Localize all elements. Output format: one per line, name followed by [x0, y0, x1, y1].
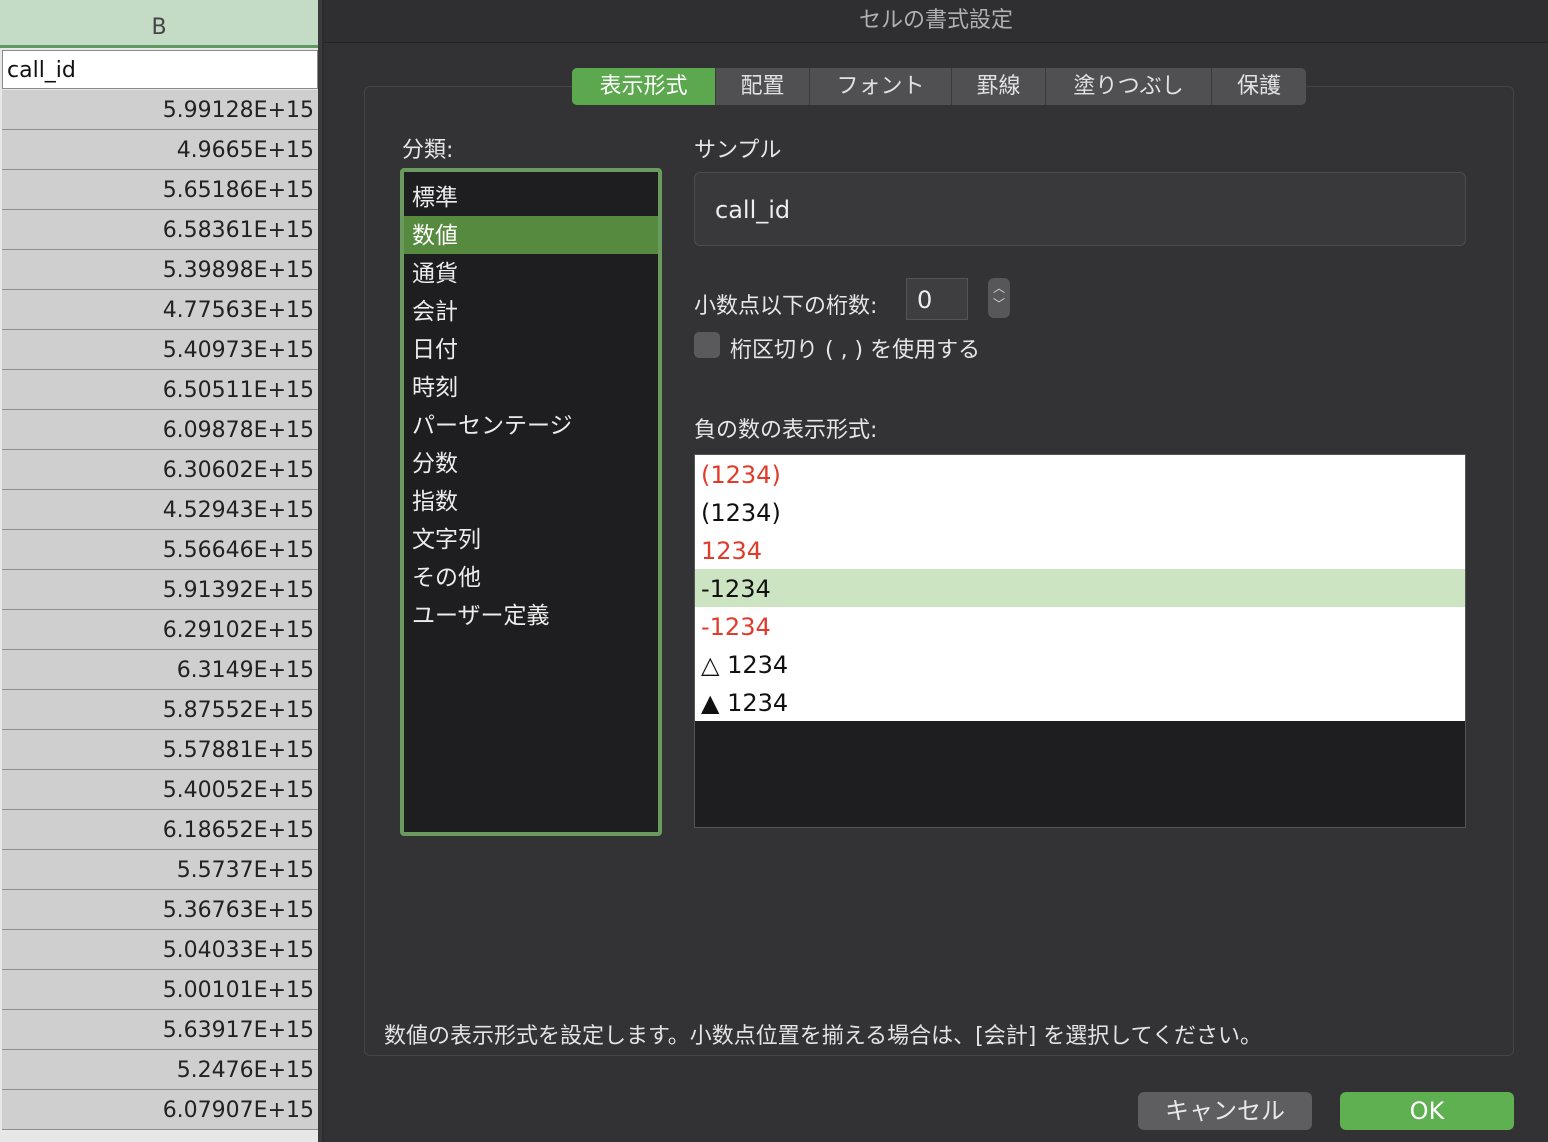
decimal-places-stepper[interactable]: ︿ ﹀: [988, 278, 1010, 318]
negative-format-item[interactable]: -1234: [695, 607, 1465, 645]
cell-value[interactable]: 6.18652E+15: [2, 810, 318, 850]
sample-preview: call_id: [694, 172, 1466, 246]
tab-bar: 表示形式 配置 フォント 罫線 塗りつぶし 保護: [572, 68, 1306, 105]
category-item[interactable]: 文字列: [404, 520, 658, 558]
cell-value[interactable]: 6.50511E+15: [2, 370, 318, 410]
cell-value[interactable]: 4.77563E+15: [2, 290, 318, 330]
negative-format-item[interactable]: (1234): [695, 455, 1465, 493]
tab-font[interactable]: フォント: [810, 68, 952, 105]
negative-numbers-label: 負の数の表示形式:: [694, 418, 878, 443]
tab-border[interactable]: 罫線: [952, 68, 1046, 105]
category-label: 分類:: [402, 138, 454, 163]
format-cells-dialog: セルの書式設定 表示形式 配置 フォント 罫線 塗りつぶし 保護 分類: 標準数…: [324, 0, 1548, 1142]
cell-value[interactable]: 5.36763E+15: [2, 890, 318, 930]
cell-value[interactable]: 5.40052E+15: [2, 770, 318, 810]
cell-value[interactable]: 4.52943E+15: [2, 490, 318, 530]
chevron-up-icon[interactable]: ︿: [988, 280, 1010, 296]
tab-alignment[interactable]: 配置: [716, 68, 810, 105]
category-item[interactable]: 通貨: [404, 254, 658, 292]
negative-format-list[interactable]: (1234) (1234) 1234 -1234 -1234 △ 1234 ▲ 1234: [694, 454, 1466, 828]
cell-value[interactable]: 5.04033E+15: [2, 930, 318, 970]
cell-value[interactable]: 5.65186E+15: [2, 170, 318, 210]
category-item[interactable]: 指数: [404, 482, 658, 520]
category-item[interactable]: 時刻: [404, 368, 658, 406]
category-item[interactable]: その他: [404, 558, 658, 596]
negative-format-item[interactable]: (1234): [695, 493, 1465, 531]
tab-protection[interactable]: 保護: [1212, 68, 1306, 105]
cell-value[interactable]: 4.9665E+15: [2, 130, 318, 170]
cell-value[interactable]: 5.00101E+15: [2, 970, 318, 1010]
cell-value[interactable]: 6.58361E+15: [2, 210, 318, 250]
cell-value[interactable]: 6.3149E+15: [2, 650, 318, 690]
category-item[interactable]: 数値: [404, 216, 658, 254]
header-cell[interactable]: call_id: [2, 50, 318, 89]
tab-number[interactable]: 表示形式: [572, 68, 716, 105]
negative-format-item[interactable]: △ 1234: [695, 645, 1465, 683]
cell-value[interactable]: 5.57881E+15: [2, 730, 318, 770]
spreadsheet-column: B call_id 5.99128E+15 4.9665E+15 5.65186E+…: [0, 0, 322, 1142]
cell-value[interactable]: 5.5737E+15: [2, 850, 318, 890]
cell-value[interactable]: 6.30602E+15: [2, 450, 318, 490]
decimal-places-input[interactable]: 0: [906, 278, 968, 320]
category-item[interactable]: 標準: [404, 178, 658, 216]
cell-value[interactable]: 5.99128E+15: [2, 90, 318, 130]
sheet-divider: [318, 0, 322, 1142]
column-header-b[interactable]: B: [0, 0, 320, 48]
cell-value[interactable]: 5.87552E+15: [2, 690, 318, 730]
cell-value[interactable]: 5.91392E+15: [2, 570, 318, 610]
tab-fill[interactable]: 塗りつぶし: [1046, 68, 1212, 105]
category-item[interactable]: 日付: [404, 330, 658, 368]
category-item[interactable]: 分数: [404, 444, 658, 482]
negative-format-item[interactable]: ▲ 1234: [695, 683, 1465, 721]
cell-value[interactable]: 6.07907E+15: [2, 1090, 318, 1130]
category-item[interactable]: 会計: [404, 292, 658, 330]
negative-format-item[interactable]: -1234: [695, 569, 1465, 607]
cancel-button[interactable]: キャンセル: [1138, 1092, 1312, 1130]
thousands-separator-checkbox[interactable]: [694, 332, 720, 358]
ok-button[interactable]: OK: [1340, 1092, 1514, 1130]
thousands-separator-label[interactable]: 桁区切り ( , ) を使用する: [730, 332, 980, 364]
sample-label: サンプル: [694, 138, 782, 163]
cell-value[interactable]: 5.40973E+15: [2, 330, 318, 370]
category-item[interactable]: パーセンテージ: [404, 406, 658, 444]
chevron-down-icon[interactable]: ﹀: [988, 296, 1010, 312]
dialog-title: セルの書式設定: [324, 0, 1548, 43]
cell-value[interactable]: 5.63917E+15: [2, 1010, 318, 1050]
category-item[interactable]: ユーザー定義: [404, 596, 658, 634]
help-text: 数値の表示形式を設定します。小数点位置を揃える場合は、[会計] を選択してくださ…: [384, 1024, 1262, 1049]
cell-rows: 5.99128E+15 4.9665E+15 5.65186E+15 6.58361E…: [2, 90, 318, 1130]
cell-value[interactable]: 6.29102E+15: [2, 610, 318, 650]
decimal-places-label: 小数点以下の桁数:: [694, 294, 878, 319]
cell-value[interactable]: 5.56646E+15: [2, 530, 318, 570]
cell-value[interactable]: 6.09878E+15: [2, 410, 318, 450]
cell-value[interactable]: 5.2476E+15: [2, 1050, 318, 1090]
cell-value[interactable]: 5.39898E+15: [2, 250, 318, 290]
category-list[interactable]: 標準 数値 通貨 会計 日付 時刻 パーセンテージ 分数 指数 文字列 その他 ユーザー定義: [400, 168, 662, 836]
negative-format-item[interactable]: 1234: [695, 531, 1465, 569]
